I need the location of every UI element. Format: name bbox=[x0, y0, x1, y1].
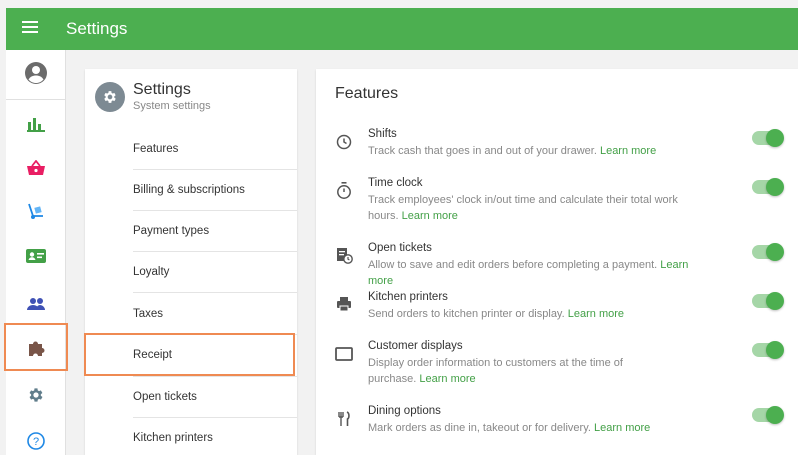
learn-more-link[interactable]: Learn more bbox=[600, 145, 656, 157]
settings-item-label: Kitchen printers bbox=[133, 431, 213, 444]
features-card: Features Shifts Track cash that goes in … bbox=[316, 69, 798, 455]
feature-description: Mark orders as dine in, takeout or for d… bbox=[368, 420, 708, 436]
gear-icon bbox=[27, 386, 45, 409]
help-icon: ? bbox=[27, 431, 45, 455]
learn-more-link[interactable]: Learn more bbox=[419, 373, 475, 385]
settings-panel-subtitle: System settings bbox=[133, 100, 211, 112]
feature-description: Display order information to customers a… bbox=[368, 355, 658, 387]
feature-description-text: Send orders to kitchen printer or displa… bbox=[368, 308, 565, 320]
rail-item-help[interactable]: ? bbox=[6, 423, 66, 455]
app-bar: Settings bbox=[6, 8, 798, 50]
gear-icon bbox=[95, 82, 125, 112]
settings-item-features[interactable]: Features bbox=[85, 128, 297, 169]
settings-item-label: Payment types bbox=[133, 224, 210, 237]
printer-icon bbox=[335, 295, 353, 313]
hamburger-icon bbox=[22, 20, 38, 38]
feature-name: Kitchen printers bbox=[368, 291, 448, 303]
rail-item-employees[interactable] bbox=[6, 238, 66, 278]
receipt-highlight bbox=[84, 333, 295, 376]
feature-toggle-customer-displays[interactable] bbox=[752, 341, 784, 359]
feature-description-text: Mark orders as dine in, takeout or for d… bbox=[368, 422, 591, 434]
feature-description-text: Display order information to customers a… bbox=[368, 357, 623, 385]
learn-more-link[interactable]: Learn more bbox=[402, 210, 458, 222]
menu-button[interactable] bbox=[6, 8, 54, 50]
settings-item-label: Features bbox=[133, 142, 179, 155]
settings-item-open-tickets[interactable]: Open tickets bbox=[85, 376, 297, 417]
fork-knife-icon bbox=[335, 410, 353, 428]
toggle-knob bbox=[766, 406, 784, 424]
settings-item-label: Open tickets bbox=[133, 390, 197, 403]
toggle-knob bbox=[766, 341, 784, 359]
feature-toggle-kitchen-printers[interactable] bbox=[752, 292, 784, 310]
settings-item-label: Loyalty bbox=[133, 265, 170, 278]
feature-description: Allow to save and edit orders before com… bbox=[368, 257, 708, 289]
basket-icon bbox=[27, 159, 45, 181]
feature-name: Shifts bbox=[368, 128, 397, 140]
toggle-knob bbox=[766, 292, 784, 310]
rail-item-customers[interactable] bbox=[6, 286, 66, 326]
stopwatch-icon bbox=[335, 182, 353, 200]
feature-name: Dining options bbox=[368, 405, 441, 417]
rail-item-inventory[interactable] bbox=[6, 193, 66, 233]
nav-rail: ? bbox=[6, 50, 66, 455]
rail-divider bbox=[6, 99, 66, 100]
feature-description-text: Allow to save and edit orders before com… bbox=[368, 259, 658, 271]
rail-item-sales[interactable] bbox=[6, 150, 66, 190]
rail-item-reports[interactable] bbox=[6, 106, 66, 146]
bar-chart-icon bbox=[27, 116, 45, 137]
settings-panel: Settings System settings Features Billin… bbox=[85, 69, 297, 455]
clock-icon bbox=[335, 133, 353, 151]
feature-name: Customer displays bbox=[368, 340, 463, 352]
ticket-clock-icon bbox=[335, 246, 353, 264]
rail-settings-highlight bbox=[4, 323, 68, 371]
account-circle-icon bbox=[24, 61, 48, 90]
settings-item-kitchen-printers[interactable]: Kitchen printers bbox=[85, 417, 297, 455]
settings-item-payment-types[interactable]: Payment types bbox=[85, 210, 297, 251]
features-title: Features bbox=[335, 85, 399, 102]
feature-toggle-time-clock[interactable] bbox=[752, 178, 784, 196]
settings-panel-header: Settings System settings bbox=[85, 69, 297, 127]
feature-toggle-open-tickets[interactable] bbox=[752, 243, 784, 261]
app-bar-title: Settings bbox=[66, 19, 128, 38]
feature-toggle-shifts[interactable] bbox=[752, 129, 784, 147]
people-icon bbox=[26, 297, 46, 316]
toggle-knob bbox=[766, 178, 784, 196]
settings-item-billing[interactable]: Billing & subscriptions bbox=[85, 169, 297, 210]
hand-truck-icon bbox=[27, 202, 45, 225]
feature-description: Track employees' clock in/out time and c… bbox=[368, 192, 708, 224]
settings-item-loyalty[interactable]: Loyalty bbox=[85, 251, 297, 292]
feature-toggle-dining-options[interactable] bbox=[752, 406, 784, 424]
feature-description: Send orders to kitchen printer or displa… bbox=[368, 306, 708, 322]
feature-description-text: Track cash that goes in and out of your … bbox=[368, 145, 597, 157]
rail-item-settings[interactable] bbox=[6, 377, 66, 417]
feature-description: Track cash that goes in and out of your … bbox=[368, 143, 708, 159]
learn-more-link[interactable]: Learn more bbox=[568, 308, 624, 320]
learn-more-link[interactable]: Learn more bbox=[594, 422, 650, 434]
settings-panel-title: Settings bbox=[133, 81, 191, 98]
settings-item-taxes[interactable]: Taxes bbox=[85, 293, 297, 334]
settings-item-label: Billing & subscriptions bbox=[133, 183, 245, 196]
settings-item-label: Taxes bbox=[133, 307, 164, 320]
toggle-knob bbox=[766, 243, 784, 261]
toggle-knob bbox=[766, 129, 784, 147]
rail-item-account[interactable] bbox=[6, 55, 66, 95]
id-card-icon bbox=[26, 248, 46, 269]
svg-text:?: ? bbox=[33, 436, 39, 448]
display-icon bbox=[335, 345, 353, 363]
feature-name: Open tickets bbox=[368, 242, 432, 254]
feature-name: Time clock bbox=[368, 177, 423, 189]
